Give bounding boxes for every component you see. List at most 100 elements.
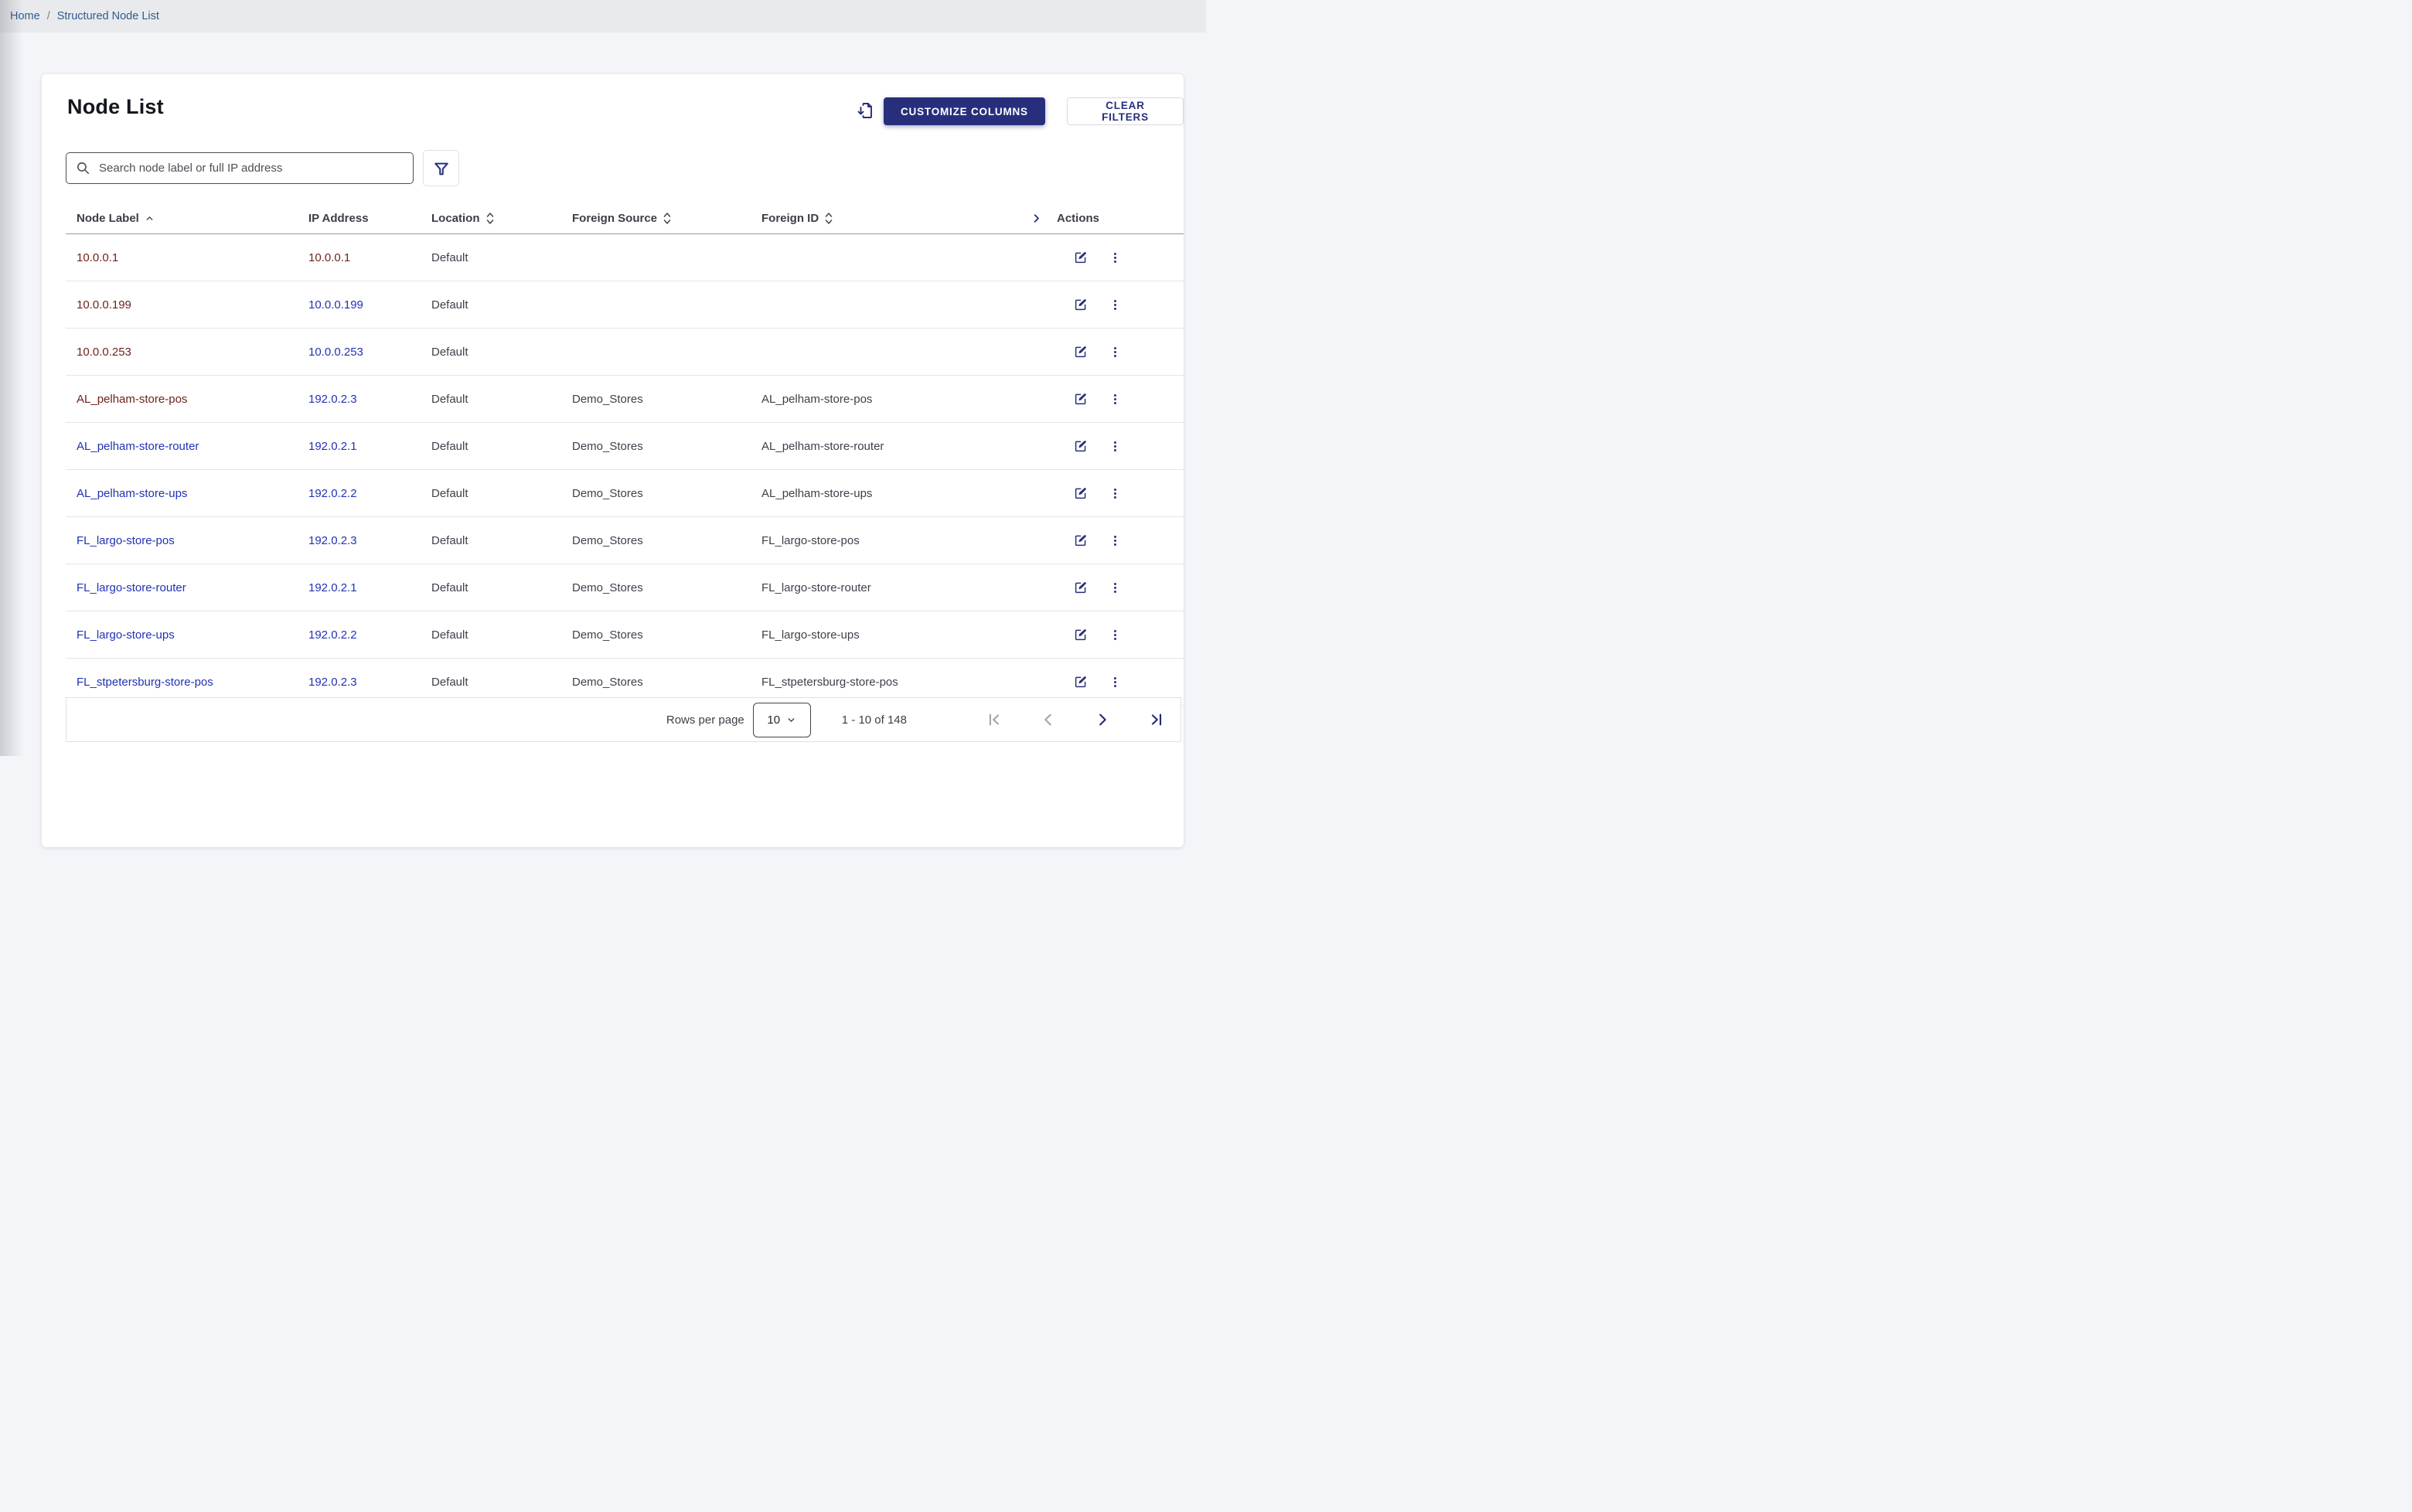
column-header-foreign-id[interactable]: Foreign ID [761, 212, 1015, 225]
edit-square-icon [1074, 439, 1088, 453]
ip-address-link[interactable]: 192.0.2.3 [308, 393, 357, 406]
node-table: Node Label IP Address Location Foreign S… [66, 203, 1184, 706]
ip-address-link[interactable]: 10.0.0.253 [308, 346, 363, 359]
node-label-link[interactable]: AL_pelham-store-pos [77, 393, 187, 406]
row-actions-menu-button[interactable] [1108, 345, 1122, 359]
row-actions-menu-button[interactable] [1108, 250, 1122, 264]
edit-node-button[interactable] [1074, 298, 1088, 312]
ip-address-link[interactable]: 192.0.2.1 [308, 581, 357, 594]
location-cell: Default [431, 251, 572, 264]
row-actions-menu-button[interactable] [1108, 486, 1122, 500]
column-header-foreign-source[interactable]: Foreign Source [572, 212, 761, 225]
row-actions-menu-button[interactable] [1108, 298, 1122, 312]
pagination-range-label: 1 - 10 of 148 [842, 713, 907, 727]
pagination-nav [984, 710, 1167, 730]
kebab-menu-icon [1109, 628, 1122, 642]
kebab-menu-icon [1109, 298, 1122, 312]
edit-node-button[interactable] [1074, 533, 1088, 547]
next-page-button[interactable] [1092, 710, 1112, 730]
location-cell: Default [431, 440, 572, 453]
edit-node-button[interactable] [1074, 439, 1088, 453]
search-box [66, 152, 414, 184]
left-edge-shadow [0, 0, 23, 756]
ip-address-link[interactable]: 192.0.2.3 [308, 676, 357, 689]
edit-node-button[interactable] [1074, 250, 1088, 264]
chevron-right-icon [1094, 711, 1111, 728]
foreign-id-cell: FL_stpetersburg-store-pos [761, 676, 1015, 689]
column-header-actions: Actions [1057, 212, 1158, 225]
location-cell: Default [431, 628, 572, 642]
table-row: 10.0.0.1 10.0.0.1 Default [66, 234, 1184, 281]
previous-page-button[interactable] [1038, 710, 1058, 730]
show-more-columns-button[interactable] [1015, 213, 1057, 224]
search-icon [76, 161, 90, 175]
location-cell: Default [431, 393, 572, 406]
ip-address-link[interactable]: 192.0.2.3 [308, 534, 357, 547]
search-input[interactable] [97, 161, 404, 175]
row-actions-menu-button[interactable] [1108, 392, 1122, 406]
edit-square-icon [1074, 581, 1088, 594]
edit-square-icon [1074, 250, 1088, 264]
edit-node-button[interactable] [1074, 392, 1088, 406]
kebab-menu-icon [1109, 393, 1122, 406]
row-actions-menu-button[interactable] [1108, 439, 1122, 453]
column-header-ip-address: IP Address [308, 212, 431, 225]
node-label-link[interactable]: FL_largo-store-ups [77, 628, 175, 642]
row-actions-menu-button[interactable] [1108, 581, 1122, 594]
edit-node-button[interactable] [1074, 486, 1088, 500]
kebab-menu-icon [1109, 487, 1122, 500]
row-actions-menu-button[interactable] [1108, 533, 1122, 547]
column-header-location[interactable]: Location [431, 212, 572, 225]
node-label-link[interactable]: 10.0.0.199 [77, 298, 131, 312]
row-actions-menu-button[interactable] [1108, 675, 1122, 689]
edit-square-icon [1074, 345, 1088, 359]
column-header-node-label[interactable]: Node Label [66, 212, 308, 225]
row-actions-menu-button[interactable] [1108, 628, 1122, 642]
node-label-link[interactable]: 10.0.0.1 [77, 251, 118, 264]
location-cell: Default [431, 676, 572, 689]
breadcrumb-current-link[interactable]: Structured Node List [57, 10, 159, 22]
first-page-icon [986, 711, 1003, 728]
filter-button[interactable] [423, 150, 459, 186]
kebab-menu-icon [1109, 251, 1122, 264]
edit-node-button[interactable] [1074, 345, 1088, 359]
location-cell: Default [431, 298, 572, 312]
breadcrumb-home-link[interactable]: Home [10, 10, 40, 22]
first-page-button[interactable] [984, 710, 1004, 730]
location-cell: Default [431, 346, 572, 359]
edit-node-button[interactable] [1074, 628, 1088, 642]
rows-per-page-select[interactable]: 10 [753, 703, 811, 737]
node-label-link[interactable]: FL_largo-store-pos [77, 534, 175, 547]
node-label-link[interactable]: 10.0.0.253 [77, 346, 131, 359]
ip-address-link[interactable]: 192.0.2.1 [308, 440, 357, 453]
edit-square-icon [1074, 298, 1088, 312]
node-label-link[interactable]: AL_pelham-store-ups [77, 487, 187, 500]
node-label-link[interactable]: FL_stpetersburg-store-pos [77, 676, 213, 689]
foreign-source-cell: Demo_Stores [572, 628, 761, 642]
file-download-icon [856, 101, 874, 120]
clear-filters-button[interactable]: CLEAR FILTERS [1067, 97, 1184, 125]
export-download-icon[interactable] [855, 100, 875, 121]
customize-columns-button[interactable]: CUSTOMIZE COLUMNS [884, 97, 1045, 125]
foreign-source-cell: Demo_Stores [572, 581, 761, 594]
last-page-button[interactable] [1146, 710, 1167, 730]
table-header-row: Node Label IP Address Location Foreign S… [66, 203, 1184, 234]
ip-address-link[interactable]: 192.0.2.2 [308, 628, 357, 642]
table-row: FL_largo-store-ups 192.0.2.2 DefaultDemo_S… [66, 611, 1184, 659]
kebab-menu-icon [1109, 581, 1122, 594]
kebab-menu-icon [1109, 346, 1122, 359]
table-body: 10.0.0.110.0.0.1Default10.0.0.19910.0.0.… [66, 234, 1184, 706]
kebab-menu-icon [1109, 440, 1122, 453]
table-row: 10.0.0.199 10.0.0.199 Default [66, 281, 1184, 329]
edit-node-button[interactable] [1074, 675, 1088, 689]
table-row: AL_pelham-store-ups192.0.2.2DefaultDemo_… [66, 470, 1184, 517]
edit-node-button[interactable] [1074, 581, 1088, 594]
ip-address-link[interactable]: 10.0.0.199 [308, 298, 363, 312]
foreign-id-cell: AL_pelham-store-pos [761, 393, 1015, 406]
ip-address-link[interactable]: 192.0.2.2 [308, 487, 357, 500]
ip-address-link[interactable]: 10.0.0.1 [308, 251, 350, 264]
edit-square-icon [1074, 533, 1088, 547]
node-label-link[interactable]: AL_pelham-store-router [77, 440, 199, 453]
node-label-link[interactable]: FL_largo-store-router [77, 581, 186, 594]
sort-ascending-icon [145, 213, 155, 223]
